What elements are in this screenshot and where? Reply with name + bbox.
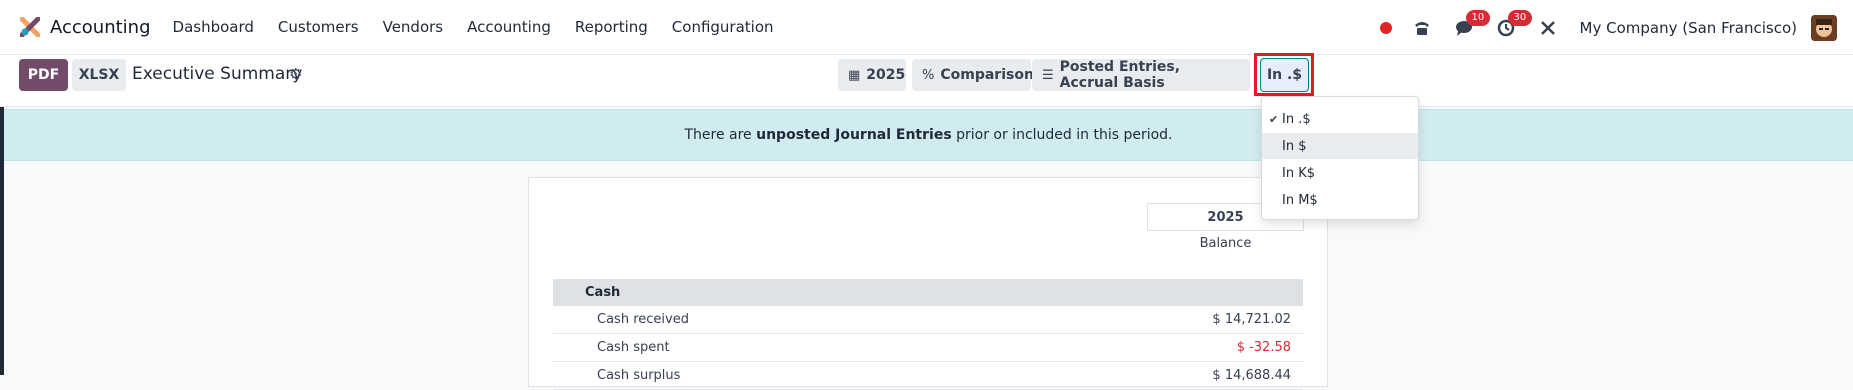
systray: 10 30 My Company (San Francisco) — [1379, 0, 1853, 55]
posted-entries-filter-button[interactable]: ☰ Posted Entries, Accrual Basis — [1032, 59, 1250, 91]
percent-icon: % — [922, 67, 935, 83]
column-subheader-balance: Balance — [1199, 236, 1252, 251]
comparison-filter-label: Comparison — [940, 67, 1034, 83]
menu-customers[interactable]: Customers — [278, 18, 359, 36]
table-row[interactable]: Cash spent $ -32.58 — [553, 334, 1303, 362]
menu-reporting[interactable]: Reporting — [575, 18, 648, 36]
alert-prefix: There are — [684, 127, 757, 143]
row-label: Cash spent — [597, 340, 670, 355]
calendar-icon: ▦ — [848, 67, 861, 83]
sliders-icon: ☰ — [1042, 67, 1054, 83]
top-navbar: Accounting Dashboard Customers Vendors A… — [0, 0, 1853, 55]
row-value[interactable]: $ 14,721.02 — [1212, 312, 1303, 327]
activities-clock-icon[interactable]: 30 — [1496, 9, 1533, 38]
table-row[interactable]: Cash received $ 14,721.02 — [553, 306, 1303, 334]
alert-bold-text[interactable]: unposted Journal Entries — [756, 127, 952, 143]
row-value[interactable]: $ 14,688.44 — [1212, 368, 1303, 383]
year-filter-button[interactable]: ▦ 2025 — [838, 59, 906, 91]
table-row[interactable]: Cash surplus $ 14,688.44 — [553, 362, 1303, 390]
comparison-filter-button[interactable]: % Comparison — [912, 59, 1034, 91]
unit-dropdown-menu: ✔ In .$ In $ In K$ In M$ — [1261, 96, 1419, 220]
menu-configuration[interactable]: Configuration — [672, 18, 774, 36]
unit-option-millions[interactable]: In M$ — [1262, 187, 1418, 213]
app-brand[interactable]: Accounting — [20, 17, 151, 38]
messages-badge: 10 — [1465, 9, 1491, 26]
unit-option-dollar[interactable]: In $ — [1262, 133, 1418, 159]
company-switcher[interactable]: My Company (San Francisco) — [1580, 19, 1797, 37]
pdf-button[interactable]: PDF — [19, 59, 68, 91]
check-icon: ✔ — [1269, 112, 1279, 126]
accounting-app-icon — [20, 17, 40, 37]
report-title: Executive Summary — [132, 64, 303, 84]
gear-icon[interactable]: ⚙ — [289, 65, 302, 83]
option-label: In .$ — [1282, 111, 1311, 127]
activities-badge: 30 — [1507, 9, 1533, 26]
unit-option-dot-dollar[interactable]: ✔ In .$ — [1262, 106, 1418, 132]
year-filter-label: 2025 — [866, 67, 906, 83]
messages-icon[interactable]: 10 — [1454, 9, 1491, 38]
option-label: In K$ — [1282, 165, 1316, 181]
unposted-entries-alert: There are unposted Journal Entries prior… — [4, 109, 1853, 161]
debug-tools-icon[interactable] — [1538, 18, 1558, 38]
phone-icon[interactable] — [1412, 18, 1432, 38]
user-avatar[interactable] — [1811, 14, 1837, 41]
row-label: Cash received — [597, 312, 689, 327]
alert-suffix: prior or included in this period. — [951, 127, 1173, 143]
row-label: Cash surplus — [597, 368, 681, 383]
unit-filter-button[interactable]: In .$ — [1260, 58, 1309, 92]
option-label: In M$ — [1282, 192, 1318, 208]
main-menu: Dashboard Customers Vendors Accounting R… — [173, 18, 798, 36]
xlsx-button[interactable]: XLSX — [72, 59, 126, 91]
menu-vendors[interactable]: Vendors — [383, 18, 444, 36]
section-row-cash[interactable]: Cash — [553, 279, 1303, 306]
recording-indicator-icon[interactable] — [1379, 21, 1392, 34]
menu-dashboard[interactable]: Dashboard — [173, 18, 254, 36]
row-value[interactable]: $ -32.58 — [1237, 340, 1303, 355]
posted-filter-label: Posted Entries, Accrual Basis — [1059, 59, 1181, 91]
menu-accounting[interactable]: Accounting — [467, 18, 551, 36]
option-label: In $ — [1282, 138, 1307, 154]
unit-filter-label: In .$ — [1266, 67, 1303, 83]
app-name: Accounting — [50, 16, 151, 38]
unit-option-thousands[interactable]: In K$ — [1262, 160, 1418, 186]
